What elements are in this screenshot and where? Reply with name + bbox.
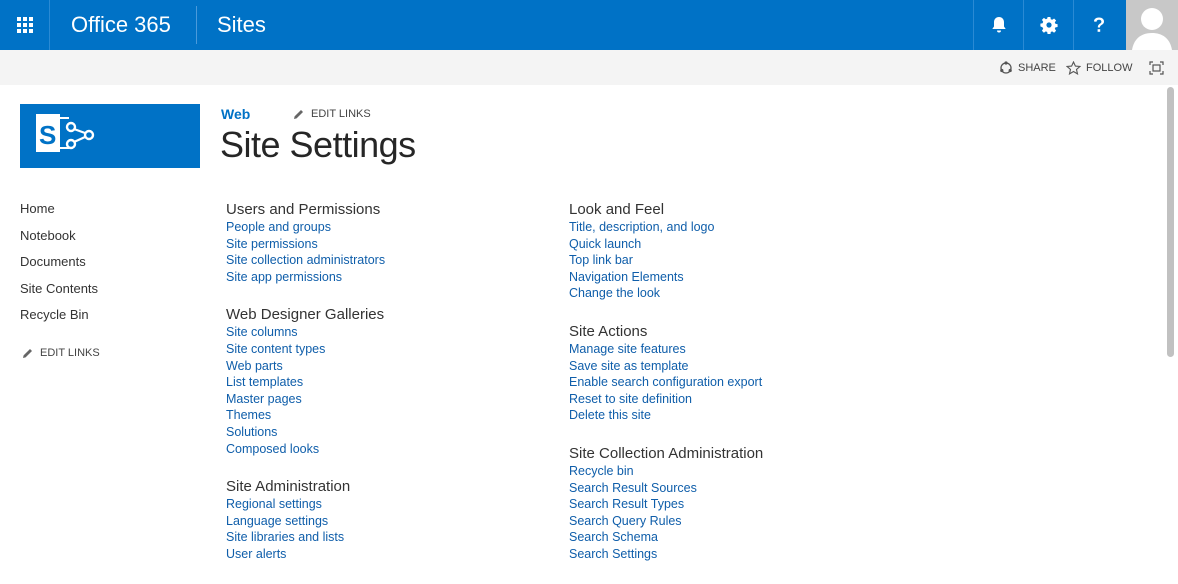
edit-links-left-label: EDIT LINKS (40, 347, 100, 359)
nav-item-notebook[interactable]: Notebook (20, 228, 98, 255)
settings-link[interactable]: Top link bar (569, 252, 763, 269)
settings-link[interactable]: Manage site features (569, 341, 763, 358)
settings-link[interactable]: Search Result Types (569, 496, 763, 513)
settings-link[interactable]: Language settings (226, 513, 385, 530)
edit-links-top-button[interactable]: EDIT LINKS (293, 108, 371, 120)
settings-link[interactable]: List templates (226, 374, 385, 391)
section-title: Site Actions (569, 322, 648, 340)
ribbon-bar: SHARE FOLLOW (0, 50, 1178, 85)
section-title: Site Administration (226, 478, 351, 496)
user-avatar[interactable] (1126, 0, 1178, 50)
share-label: SHARE (1018, 62, 1056, 74)
section-site-collection-administration: Site Collection Administration Recycle b… (569, 445, 763, 563)
pencil-icon (23, 348, 32, 358)
section-title: Site Collection Administration (569, 444, 764, 462)
settings-link[interactable]: Site content types (226, 341, 385, 358)
help-icon[interactable] (1073, 0, 1123, 50)
edit-links-left-button[interactable]: EDIT LINKS (22, 347, 100, 359)
settings-link[interactable]: Site app permissions (226, 269, 385, 286)
notifications-bell-icon[interactable] (973, 0, 1023, 50)
settings-link[interactable]: Web parts (226, 358, 385, 375)
settings-link[interactable]: Reset to site definition (569, 391, 763, 408)
share-button[interactable]: SHARE (999, 61, 1056, 75)
settings-link[interactable]: Search Result Sources (569, 480, 763, 497)
nav-item-recycle-bin[interactable]: Recycle Bin (20, 307, 98, 334)
svg-text:S: S (39, 120, 56, 150)
settings-link[interactable]: Site columns (226, 324, 385, 341)
edit-links-top-label: EDIT LINKS (311, 108, 371, 120)
section-title: Web Designer Galleries (226, 306, 385, 324)
section-users-permissions: Users and Permissions People and groups … (226, 201, 385, 285)
nav-item-site-contents[interactable]: Site Contents (20, 281, 98, 308)
settings-link[interactable]: Solutions (226, 424, 385, 441)
settings-link[interactable]: Search Settings (569, 546, 763, 563)
follow-button[interactable]: FOLLOW (1066, 61, 1132, 75)
section-title: Look and Feel (569, 201, 665, 218)
settings-link[interactable]: Site collection administrators (226, 252, 385, 269)
settings-link[interactable]: Delete this site (569, 407, 763, 424)
site-logo[interactable]: S (20, 104, 200, 168)
brand-title[interactable]: Office 365 (71, 12, 171, 38)
page-title: Site Settings (220, 124, 416, 165)
settings-link[interactable]: Change the look (569, 285, 763, 302)
settings-link[interactable]: Quick launch (569, 236, 763, 253)
suite-bar: Office 365 Sites (0, 0, 1178, 50)
section-web-designer-galleries: Web Designer Galleries Site columns Site… (226, 306, 385, 457)
settings-link[interactable]: Composed looks (226, 441, 385, 458)
settings-link[interactable]: Themes (226, 407, 385, 424)
settings-link[interactable]: Save site as template (569, 358, 763, 375)
settings-link[interactable]: Site permissions (226, 236, 385, 253)
app-launcher-icon[interactable] (0, 0, 50, 50)
settings-link[interactable]: Site libraries and lists (226, 529, 385, 546)
settings-link[interactable]: Regional settings (226, 496, 385, 513)
pencil-icon (294, 109, 303, 119)
star-icon (1066, 61, 1081, 75)
settings-link[interactable]: User alerts (226, 546, 385, 563)
settings-link[interactable]: Search Schema (569, 529, 763, 546)
settings-gear-icon[interactable] (1023, 0, 1073, 50)
settings-link[interactable]: Recycle bin (569, 463, 763, 480)
nav-item-home[interactable]: Home (20, 201, 98, 228)
vertical-scrollbar[interactable] (1162, 85, 1178, 573)
settings-link[interactable]: Title, description, and logo (569, 219, 763, 236)
settings-link[interactable]: Search Query Rules (569, 513, 763, 530)
quick-launch-nav: Home Notebook Documents Site Contents Re… (20, 201, 98, 334)
breadcrumb-web[interactable]: Web (221, 106, 250, 122)
suite-divider (196, 6, 197, 44)
app-title[interactable]: Sites (217, 12, 266, 38)
section-site-actions: Site Actions Manage site features Save s… (569, 323, 763, 424)
settings-link[interactable]: People and groups (226, 219, 385, 236)
section-look-and-feel: Look and Feel Title, description, and lo… (569, 201, 763, 302)
settings-column-right: Look and Feel Title, description, and lo… (569, 201, 763, 584)
follow-label: FOLLOW (1086, 62, 1133, 74)
focus-on-content-icon[interactable] (1149, 61, 1169, 75)
settings-link[interactable]: Master pages (226, 391, 385, 408)
scrollbar-thumb[interactable] (1167, 87, 1174, 357)
section-site-administration: Site Administration Regional settings La… (226, 478, 385, 562)
settings-link[interactable]: Navigation Elements (569, 269, 763, 286)
share-icon (1000, 61, 1012, 74)
settings-column-left: Users and Permissions People and groups … (226, 201, 385, 584)
nav-item-documents[interactable]: Documents (20, 254, 98, 281)
section-title: Users and Permissions (226, 201, 381, 218)
settings-link[interactable]: Enable search configuration export (569, 374, 763, 391)
